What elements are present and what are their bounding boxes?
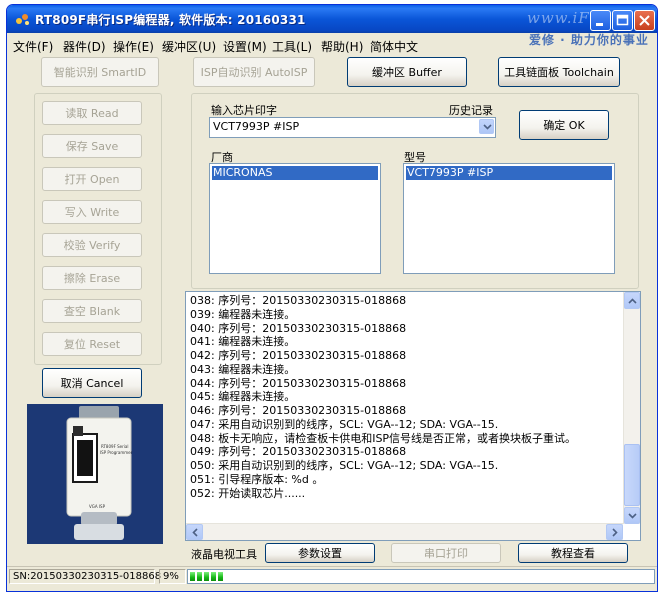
- progress-bar: [187, 569, 655, 584]
- tutorial-button[interactable]: 教程查看: [518, 543, 628, 563]
- app-window: RT809F串行ISP编程器, 软件版本: 20160331 www.iF 文件…: [6, 4, 658, 592]
- serial-print-button[interactable]: 串口打印: [391, 543, 501, 563]
- vendor-list-item[interactable]: MICRONAS: [212, 166, 378, 180]
- watermark: www.iF: [527, 9, 590, 27]
- status-bar: SN:20150330230315-018868 9%: [7, 566, 657, 586]
- ok-button[interactable]: 确定 OK: [519, 110, 609, 140]
- read-button[interactable]: 读取 Read: [42, 101, 142, 125]
- log-line: 038: 序列号：20150330230315-018868: [190, 294, 407, 307]
- menu-device[interactable]: 器件(D): [63, 38, 106, 55]
- chip-input-value: VCT7993P #ISP: [213, 120, 300, 133]
- log-line: 039: 编程器未连接。: [190, 307, 296, 321]
- log-line: 044: 序列号：20150330230315-018868: [190, 376, 407, 390]
- log-line: 042: 序列号：20150330230315-018868: [190, 349, 407, 362]
- programmer-photo: RT809F Serial ISP Programmer VGA ISP: [27, 404, 163, 544]
- history-label: 历史记录: [449, 104, 493, 117]
- brand-slogan: 爱修 · 助力你的事业: [529, 33, 649, 47]
- chip-input-label: 输入芯片印字: [211, 104, 277, 117]
- serial-number: SN:20150330230315-018868: [9, 569, 161, 584]
- menu-operate[interactable]: 操作(E): [113, 38, 154, 55]
- minimize-icon: [596, 23, 603, 26]
- menu-help[interactable]: 帮助(H): [321, 38, 363, 55]
- app-icon: [16, 14, 29, 25]
- log-line: 041: 编程器未连接。: [190, 335, 296, 349]
- menu-file[interactable]: 文件(F): [13, 38, 53, 55]
- scroll-down-button[interactable]: [624, 507, 640, 524]
- log-line: 049: 序列号：20150330230315-018868: [190, 445, 407, 459]
- log-line: 046: 序列号：20150330230315-018868: [190, 404, 407, 417]
- log-output[interactable]: 038: 序列号：20150330230315-018868 039: 编程器未…: [185, 291, 641, 541]
- chevron-left-icon: [192, 528, 198, 537]
- log-line: 047: 采用自动识别到的线序，SCL: VGA--12; SDA: VGA--…: [190, 417, 499, 431]
- autoisp-button[interactable]: ISP自动识别 AutoISP: [193, 57, 315, 87]
- progress-segment: [190, 572, 195, 581]
- chip-input-combo[interactable]: VCT7993P #ISP: [209, 117, 496, 138]
- maximize-button[interactable]: [612, 10, 633, 31]
- programmer-illustration: RT809F Serial ISP Programmer VGA ISP: [27, 404, 163, 544]
- horizontal-scrollbar[interactable]: [186, 523, 623, 540]
- dropdown-button[interactable]: [479, 119, 494, 134]
- log-lines: 038: 序列号：20150330230315-018868 039: 编程器未…: [190, 294, 576, 500]
- log-line: 048: 板卡无响应，请检查板卡供电和ISP信号线是否正常，或者换块板子重试。: [190, 431, 577, 445]
- svg-text:RT809F Serial: RT809F Serial: [101, 444, 128, 449]
- log-line: 052: 开始读取芯片......: [190, 486, 306, 500]
- chevron-up-icon: [628, 298, 637, 304]
- title-bar[interactable]: RT809F串行ISP编程器, 软件版本: 20160331 www.iF: [7, 5, 657, 33]
- maximize-icon: [616, 14, 629, 26]
- log-line: 051: 引导程序版本: %d 。: [190, 472, 324, 486]
- log-line: 045: 编程器未连接。: [190, 390, 296, 404]
- log-line: 043: 编程器未连接。: [190, 362, 296, 376]
- buffer-button[interactable]: 缓冲区 Buffer: [347, 57, 467, 87]
- cancel-button[interactable]: 取消 Cancel: [42, 368, 142, 398]
- log-line: 050: 采用自动识别到的线序，SCL: VGA--12; SDA: VGA--…: [190, 459, 499, 472]
- scroll-up-button[interactable]: [624, 292, 640, 309]
- write-button[interactable]: 写入 Write: [42, 200, 142, 224]
- progress-segment: [211, 572, 216, 581]
- reset-button[interactable]: 复位 Reset: [42, 332, 142, 356]
- smartid-button[interactable]: 智能识别 SmartID: [41, 57, 159, 87]
- close-icon: [639, 15, 650, 26]
- svg-text:VGA ISP: VGA ISP: [89, 504, 106, 509]
- menu-language[interactable]: 简体中文: [370, 38, 418, 55]
- chevron-right-icon: [612, 528, 618, 537]
- vendor-list[interactable]: MICRONAS: [209, 163, 381, 274]
- params-button[interactable]: 参数设置: [265, 543, 375, 563]
- chevron-down-icon: [628, 513, 637, 519]
- toolchain-button[interactable]: 工具链面板 Toolchain: [498, 57, 620, 87]
- vertical-scrollbar[interactable]: [623, 292, 640, 524]
- scroll-left-button[interactable]: [186, 524, 203, 540]
- menu-tools[interactable]: 工具(L): [272, 38, 312, 55]
- scroll-right-button[interactable]: [606, 524, 623, 540]
- close-button[interactable]: [634, 10, 655, 31]
- progress-segment: [218, 572, 223, 581]
- lcd-tools-label: 液晶电视工具: [191, 548, 257, 561]
- progress-percent: 9%: [159, 569, 186, 584]
- blank-button[interactable]: 查空 Blank: [42, 299, 142, 323]
- window-title: RT809F串行ISP编程器, 软件版本: 20160331: [35, 13, 306, 27]
- log-line: 040: 序列号：20150330230315-018868: [190, 321, 407, 335]
- erase-button[interactable]: 擦除 Erase: [42, 266, 142, 290]
- progress-segment: [197, 572, 202, 581]
- minimize-button[interactable]: [590, 10, 611, 31]
- open-button[interactable]: 打开 Open: [42, 167, 142, 191]
- svg-text:ISP Programmer: ISP Programmer: [100, 450, 133, 455]
- progress-segment: [204, 572, 209, 581]
- model-list[interactable]: VCT7993P #ISP: [403, 163, 615, 274]
- verify-button[interactable]: 校验 Verify: [42, 233, 142, 257]
- save-button[interactable]: 保存 Save: [42, 134, 142, 158]
- menu-buffer[interactable]: 缓冲区(U): [162, 38, 216, 55]
- model-list-item[interactable]: VCT7993P #ISP: [406, 166, 612, 180]
- scroll-thumb[interactable]: [624, 444, 640, 506]
- menu-settings[interactable]: 设置(M): [223, 38, 267, 55]
- chevron-down-icon: [483, 124, 492, 130]
